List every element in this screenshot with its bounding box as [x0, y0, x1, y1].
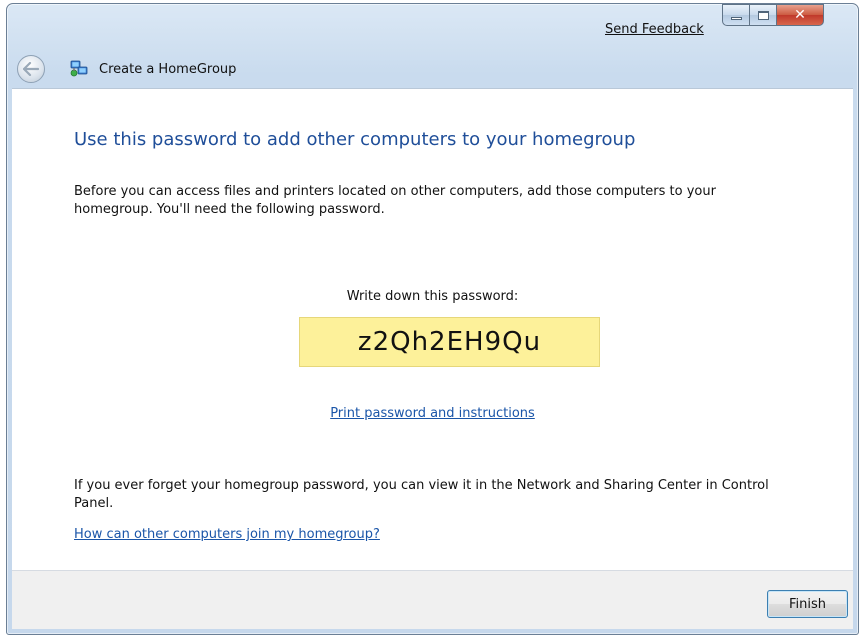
intro-text: Before you can access files and printers… — [74, 184, 716, 217]
join-homegroup-help-link[interactable]: How can other computers join my homegrou… — [74, 527, 380, 542]
page-heading: Use this password to add other computers… — [74, 129, 636, 150]
password-display: z2Qh2EH9Qu — [299, 317, 600, 367]
minimize-icon — [730, 16, 742, 20]
maximize-icon — [757, 10, 769, 20]
back-button[interactable] — [17, 55, 45, 83]
content-pane: Use this password to add other computers… — [12, 88, 853, 570]
homegroup-icon — [70, 60, 88, 77]
forget-password-text: If you ever forget your homegroup passwo… — [74, 478, 769, 511]
dialog-window: Send Feedback ✕ Create a HomeGroup Use t… — [6, 3, 859, 635]
finish-button[interactable]: Finish — [767, 590, 848, 618]
close-button[interactable]: ✕ — [776, 4, 824, 26]
minimize-button[interactable] — [722, 4, 749, 26]
maximize-button[interactable] — [749, 4, 776, 26]
dialog-footer: Finish — [12, 570, 853, 629]
password-label: Write down this password: — [346, 289, 519, 304]
print-password-link-text[interactable]: Print password and instructions — [330, 406, 535, 421]
send-feedback-link[interactable]: Send Feedback — [605, 22, 704, 37]
caption-buttons: ✕ — [722, 4, 824, 28]
window-title: Create a HomeGroup — [99, 62, 237, 77]
print-password-link: Print password and instructions — [12, 406, 853, 421]
back-arrow-icon — [23, 62, 39, 76]
close-icon: ✕ — [794, 7, 806, 23]
